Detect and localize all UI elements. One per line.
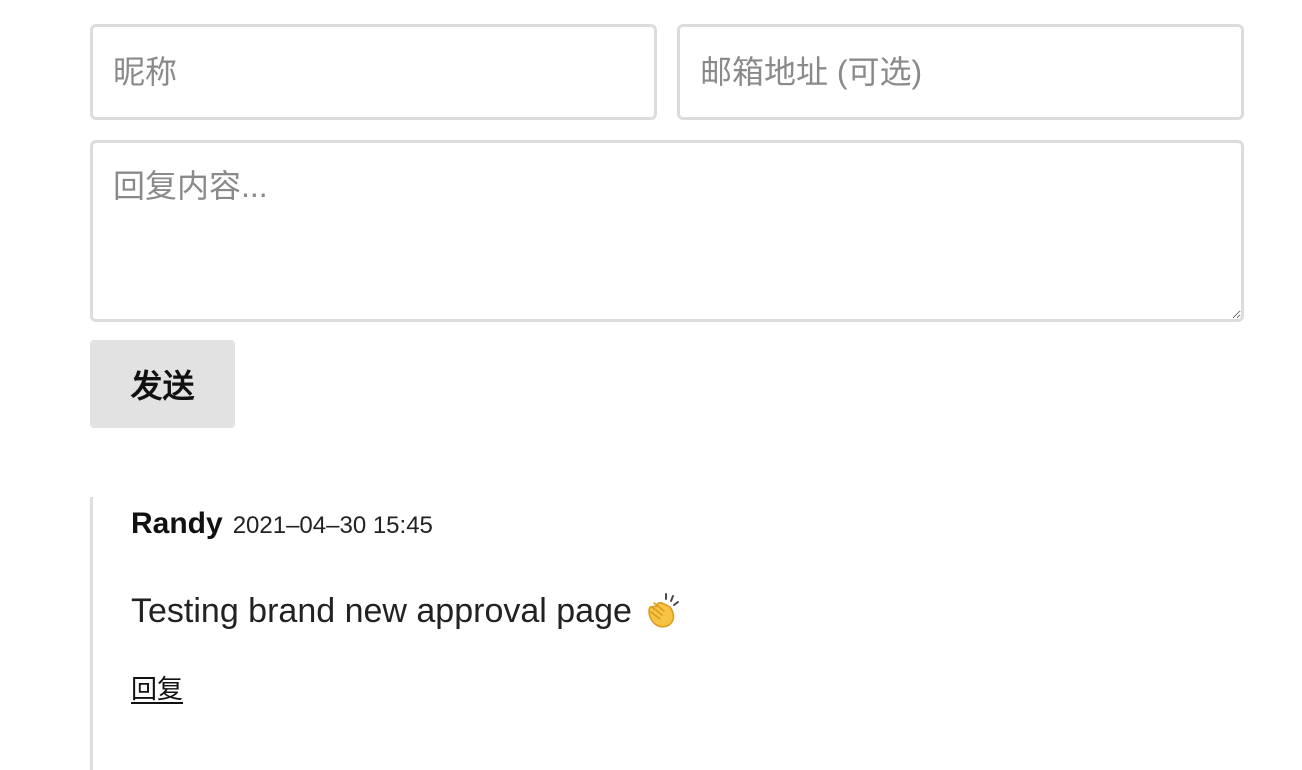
clapping-hands-icon xyxy=(642,591,682,631)
comment-text: Testing brand new approval page xyxy=(131,591,632,630)
identity-row xyxy=(90,24,1244,120)
email-input[interactable] xyxy=(677,24,1244,120)
comment-body: Testing brand new approval page xyxy=(131,591,1244,631)
comment-header: Randy 2021–04–30 15:45 xyxy=(131,507,1244,547)
reply-content-textarea[interactable] xyxy=(90,140,1244,322)
send-button[interactable]: 发送 xyxy=(90,340,235,428)
reply-link[interactable]: 回复 xyxy=(131,669,183,706)
comment-item: Randy 2021–04–30 15:45 Testing brand new… xyxy=(90,497,1244,770)
nickname-input[interactable] xyxy=(90,24,657,120)
comment-form: 发送 xyxy=(90,24,1244,428)
comment-author: Randy xyxy=(131,507,223,540)
comment-date: 2021–04–30 15:45 xyxy=(232,512,433,539)
page: 发送 Randy 2021–04–30 15:45 Testing brand … xyxy=(0,0,1302,770)
